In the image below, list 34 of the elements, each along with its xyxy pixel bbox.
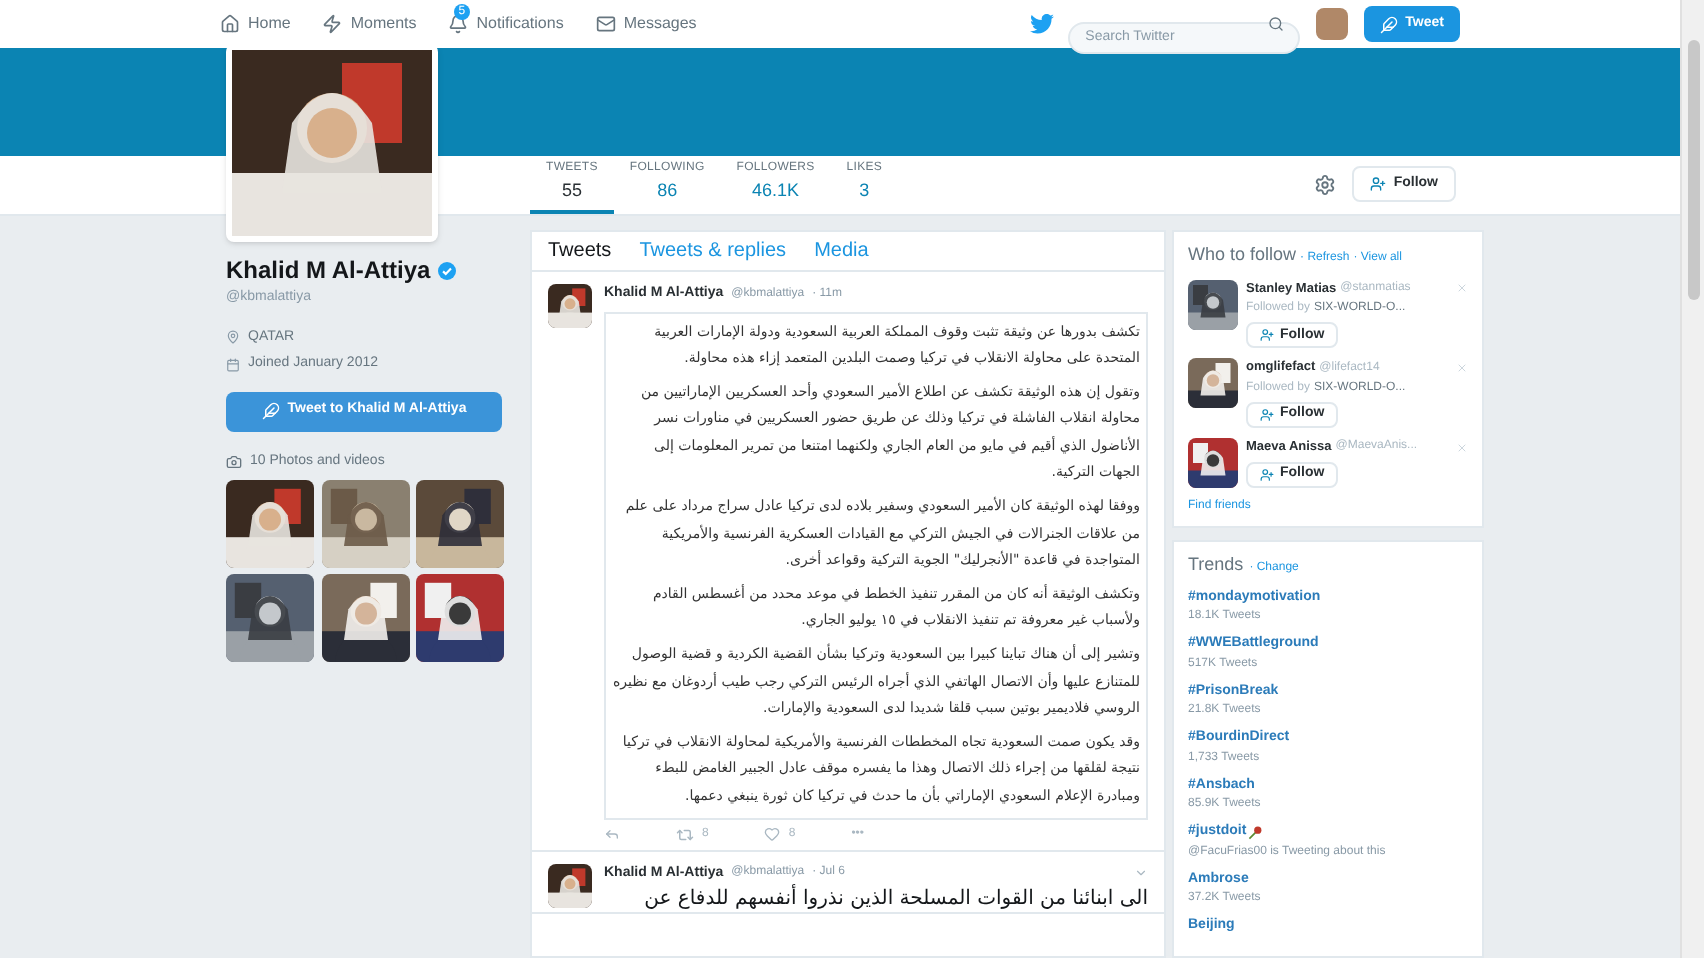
retweet-icon[interactable] <box>676 825 694 844</box>
add-user-icon <box>1260 408 1274 422</box>
timeline-tab[interactable]: Media <box>814 236 869 266</box>
like-icon[interactable] <box>764 826 781 843</box>
profile-name: Khalid M Al-Attiya <box>226 254 431 288</box>
nav-link[interactable]: Moments <box>322 12 417 36</box>
envelope-icon <box>595 14 616 34</box>
add-user-icon <box>1260 467 1274 482</box>
tweet-text: الى ابنائنا من القوات المسلحة الذين نذروا أنفسهم للدفاع عن <box>642 886 1148 913</box>
add-user-icon <box>1260 328 1274 343</box>
bird-logo-icon <box>1030 14 1054 34</box>
chevron-icon[interactable] <box>1134 866 1148 881</box>
quill-icon <box>1379 15 1398 33</box>
panel-title: Who to follow <box>1188 242 1297 268</box>
home-icon <box>220 14 240 34</box>
quill-icon <box>261 402 280 420</box>
avatar[interactable] <box>1315 8 1348 40</box>
add-user-icon <box>1369 176 1386 192</box>
close-icon[interactable] <box>1456 441 1468 454</box>
panel-title: Trends <box>1188 552 1244 578</box>
search-icon <box>1267 16 1284 32</box>
bell-icon <box>448 14 469 34</box>
camera-icon <box>226 453 242 470</box>
timeline-tab[interactable]: Tweets & replies <box>639 236 787 266</box>
location-pin-icon <box>226 330 240 345</box>
nav-link[interactable]: Home <box>220 12 291 36</box>
calendar-icon <box>226 357 240 372</box>
reply-icon[interactable] <box>604 826 620 843</box>
nav-link[interactable]: Messages <box>595 12 697 36</box>
lightning-icon <box>322 14 343 34</box>
settings-icon[interactable] <box>1313 173 1336 195</box>
close-icon[interactable] <box>1456 282 1468 295</box>
close-icon[interactable] <box>1456 362 1468 375</box>
timeline-tab[interactable]: Tweets <box>548 236 612 266</box>
